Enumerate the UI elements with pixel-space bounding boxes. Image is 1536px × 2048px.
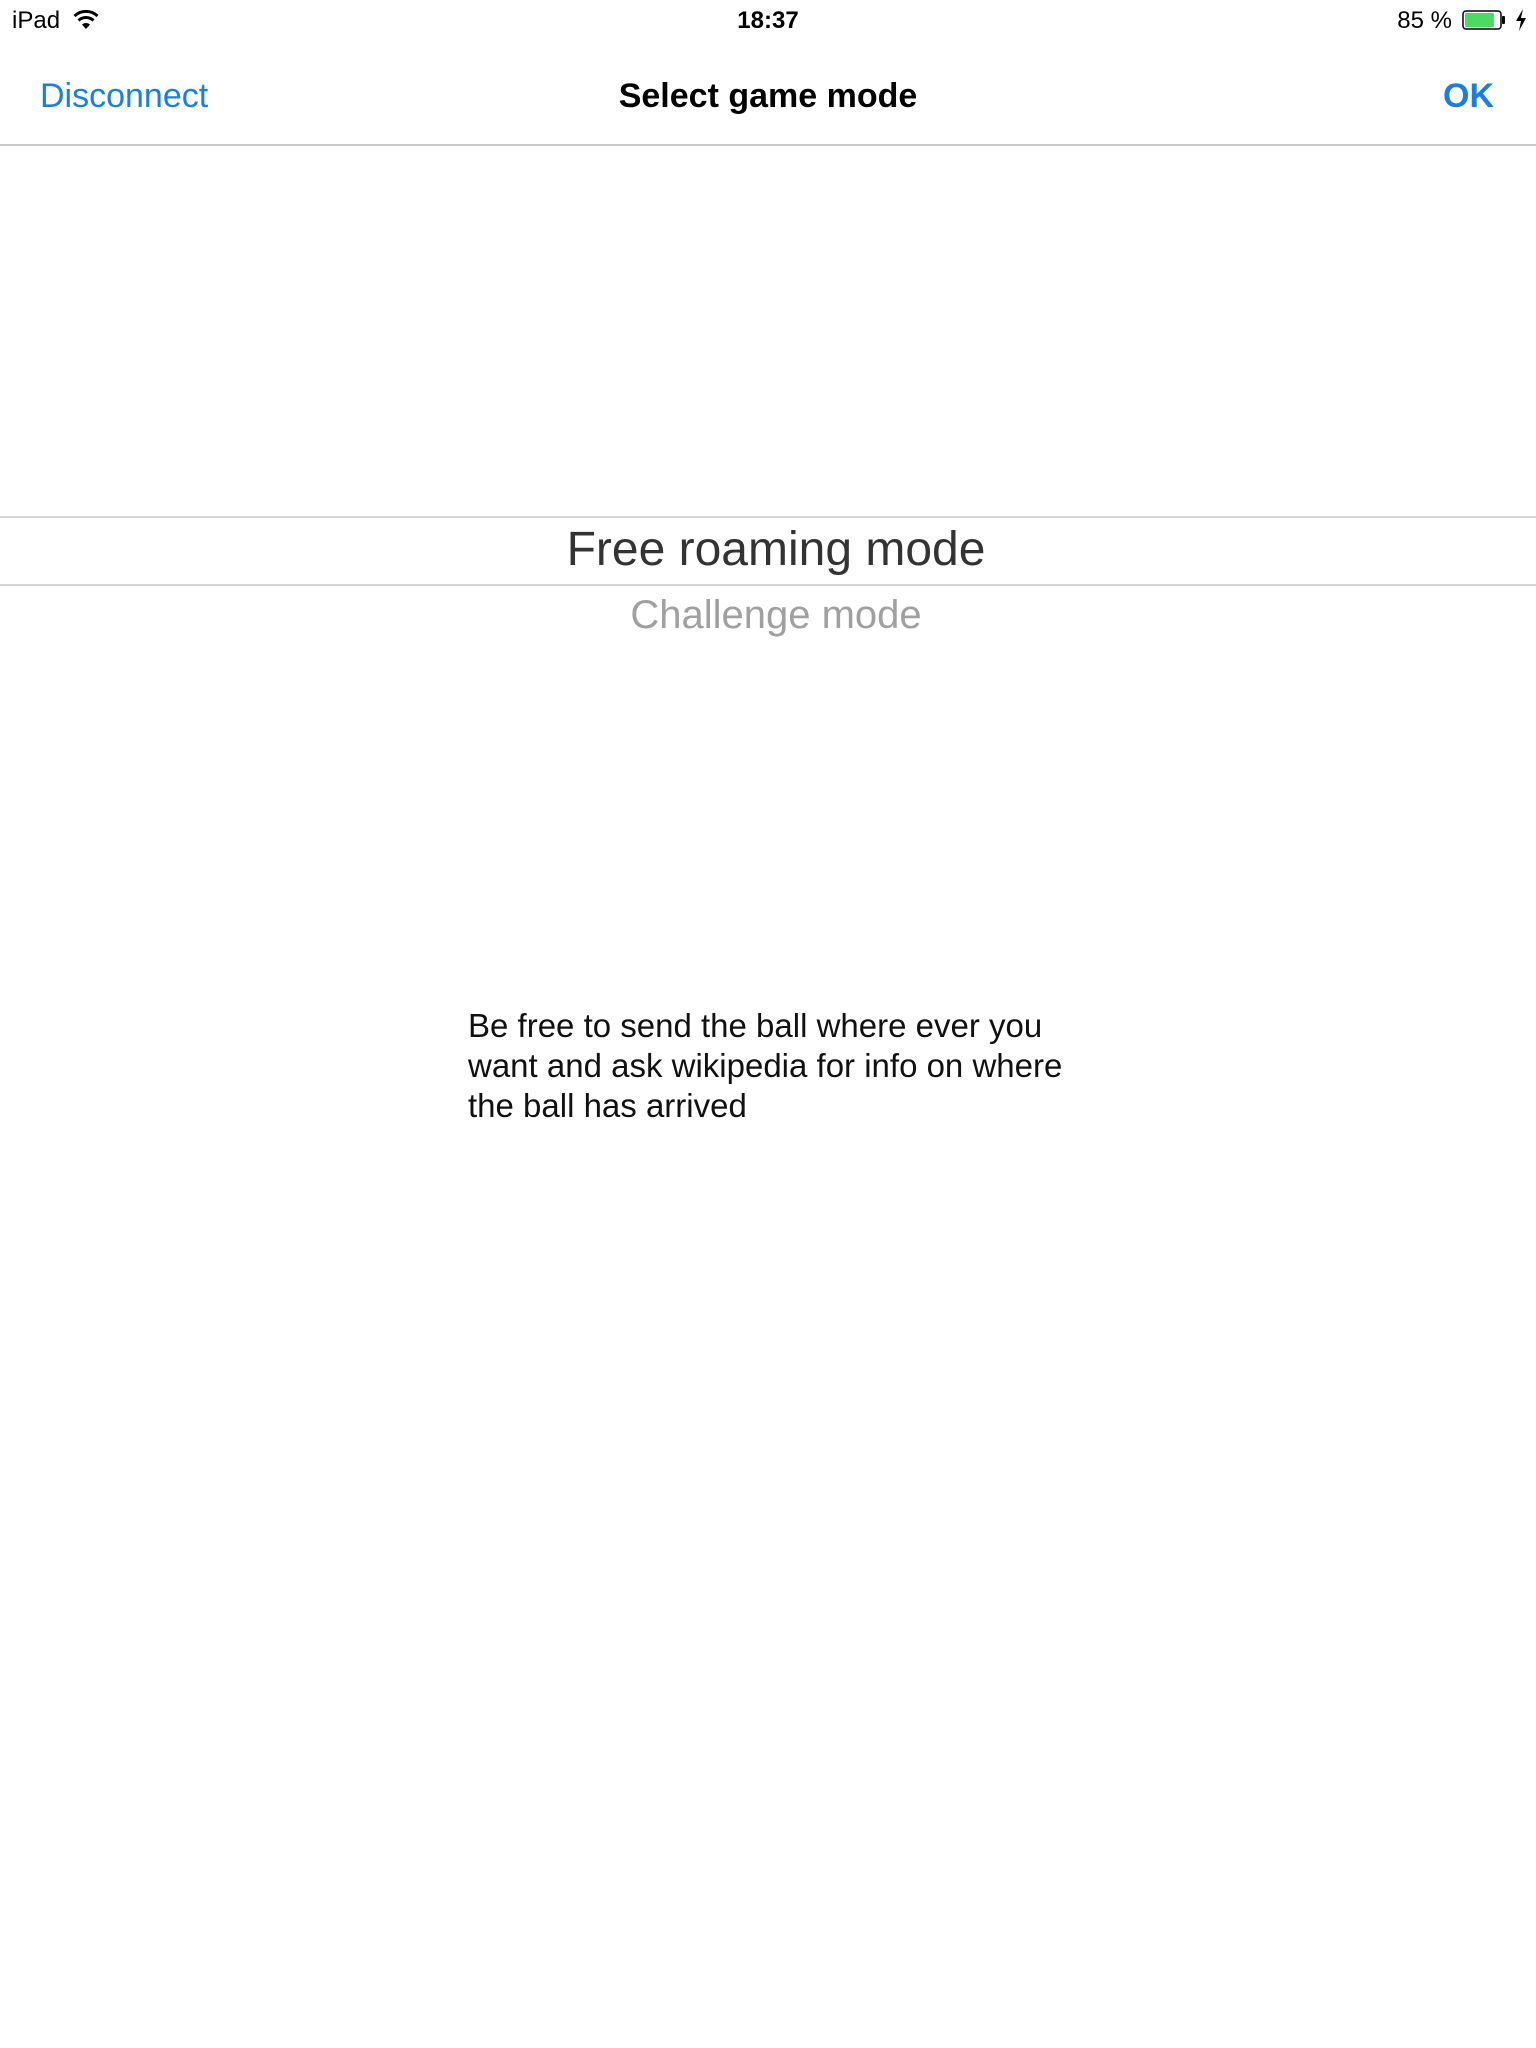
navigation-bar: Disconnect Select game mode OK — [0, 40, 1536, 146]
game-mode-picker[interactable]: Free roaming mode Challenge mode — [0, 146, 1536, 846]
bolt-icon — [1516, 9, 1526, 31]
battery-icon — [1462, 10, 1505, 30]
battery-percent: 85 % — [1397, 7, 1452, 34]
mode-description: Be free to send the ball where ever you … — [468, 1007, 1063, 1124]
page-title: Select game mode — [618, 77, 918, 115]
picker-option-challenge[interactable]: Challenge mode — [0, 592, 1536, 638]
status-time: 18:37 — [737, 7, 799, 34]
picker-option-free-roaming[interactable]: Free roaming mode — [0, 524, 1536, 576]
status-bar: iPad 18:37 85 % — [0, 0, 1536, 40]
ok-button[interactable]: OK — [1443, 76, 1494, 116]
